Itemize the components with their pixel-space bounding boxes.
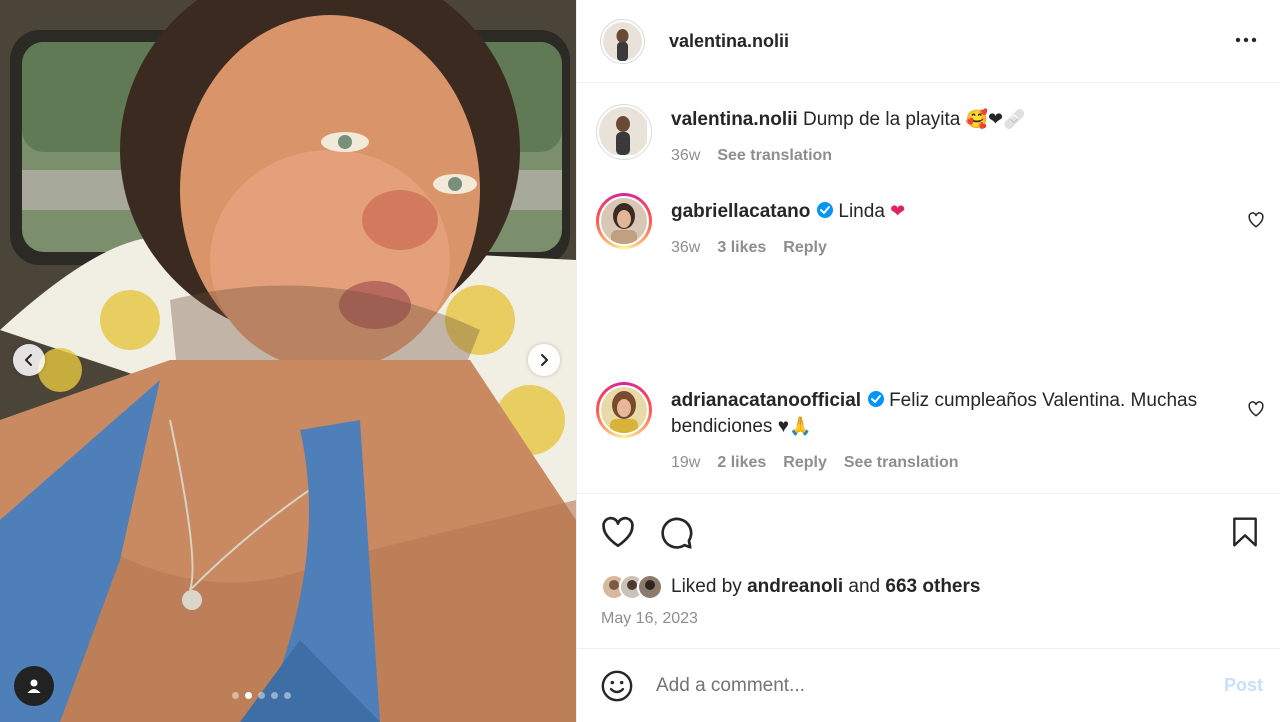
comment-username[interactable]: gabriellacatano: [671, 201, 810, 222]
more-options-button[interactable]: [1234, 30, 1258, 59]
post-header: valentina.nolii: [577, 0, 1280, 83]
see-translation-link[interactable]: See translation: [717, 143, 832, 169]
liked-by-user[interactable]: andreanoli: [747, 576, 843, 597]
bookmark-icon: [1233, 517, 1257, 547]
comment-likes-count[interactable]: 2 likes: [717, 450, 766, 476]
comment-body: adrianacatanoofficial Feliz cumpleaños Va…: [671, 388, 1211, 476]
caption-avatar-image: [599, 107, 647, 155]
user-tag-icon: [27, 679, 41, 693]
heart-icon: [1248, 401, 1264, 417]
post-photo: [0, 0, 576, 722]
heart-icon: [1248, 212, 1264, 228]
author-avatar[interactable]: [600, 18, 645, 64]
caption-meta: 36w See translation: [671, 143, 1211, 169]
comment-meta: 19w 2 likes Reply See translation: [671, 450, 1211, 476]
verified-icon: [868, 391, 885, 407]
caption-emojis: 🥰❤🩹: [965, 109, 1026, 130]
liker-avatar[interactable]: [637, 574, 663, 600]
comment-age[interactable]: 19w: [671, 450, 700, 476]
commenter-avatar[interactable]: [596, 382, 652, 438]
previous-slide-button[interactable]: [13, 344, 45, 376]
post-comment-button[interactable]: Post: [1224, 675, 1263, 696]
comment-button[interactable]: [658, 515, 694, 556]
comment-emoji: ❤: [890, 201, 906, 222]
save-button[interactable]: [1229, 515, 1261, 554]
see-translation-link[interactable]: See translation: [844, 450, 959, 476]
comment-age[interactable]: 36w: [671, 235, 700, 261]
caption-text: Dump de la playita: [802, 109, 961, 130]
post-actions: Liked by andreanoli and 663 others May 1…: [577, 493, 1280, 648]
author-avatar-image: [603, 21, 642, 61]
like-comment-button[interactable]: [1247, 211, 1265, 234]
heart-icon: [602, 516, 634, 548]
liked-by-prefix: Liked by: [671, 576, 742, 597]
commenter-avatar[interactable]: [596, 193, 652, 249]
author-username[interactable]: valentina.nolii: [669, 31, 789, 52]
comment-emoji: 🙏: [788, 416, 812, 437]
comment-body: gabriellacatano Linda ❤ 36w 3 likes Reply: [671, 199, 1211, 261]
caption-body: valentina.nolii Dump de la playita 🥰❤🩹 3…: [671, 107, 1211, 169]
like-button[interactable]: [600, 515, 636, 556]
next-slide-button[interactable]: [528, 344, 560, 376]
comment-icon: [661, 517, 693, 549]
reply-button[interactable]: Reply: [783, 235, 827, 261]
post-date[interactable]: May 16, 2023: [601, 610, 698, 628]
post-panel: valentina.nolii valentina.nolii Dump de …: [576, 0, 1280, 722]
caption-age[interactable]: 36w: [671, 143, 700, 169]
emoji-picker-button[interactable]: [600, 669, 634, 708]
like-comment-button[interactable]: [1247, 400, 1265, 423]
comment-username[interactable]: adrianacatanoofficial: [671, 390, 861, 411]
comment-text: Linda: [838, 201, 885, 222]
carousel-dot: [232, 692, 239, 699]
carousel-indicator: [232, 692, 291, 699]
liked-by-conjunction: and: [848, 576, 881, 597]
liked-by-others[interactable]: 663 others: [885, 576, 980, 597]
comment-input[interactable]: [656, 671, 1196, 701]
carousel-dot: [284, 692, 291, 699]
liker-avatar-image: [639, 576, 661, 598]
liked-by: Liked by andreanoli and 663 others: [601, 574, 980, 600]
carousel-dot-active: [245, 692, 252, 699]
comment-likes-count[interactable]: 3 likes: [717, 235, 766, 261]
commenter-avatar-image: [601, 198, 647, 244]
more-icon: [1235, 37, 1257, 43]
caption-avatar[interactable]: [596, 104, 652, 160]
action-icons: [600, 515, 694, 556]
caption-username[interactable]: valentina.nolii: [671, 109, 798, 130]
verified-icon: [817, 202, 834, 218]
comment-meta: 36w 3 likes Reply: [671, 235, 1211, 261]
comments-section[interactable]: valentina.nolii Dump de la playita 🥰❤🩹 3…: [577, 84, 1280, 492]
add-comment-bar: Post: [577, 648, 1280, 722]
post-media[interactable]: [0, 0, 576, 722]
carousel-dot: [258, 692, 265, 699]
carousel-dot: [271, 692, 278, 699]
likes-summary: Liked by andreanoli and 663 others: [671, 576, 980, 598]
emoji-icon: [601, 670, 633, 702]
chevron-left-icon: [25, 354, 32, 366]
reply-button[interactable]: Reply: [783, 450, 827, 476]
commenter-avatar-image: [601, 387, 647, 433]
tagged-users-button[interactable]: [14, 666, 54, 706]
chevron-right-icon: [541, 354, 548, 366]
